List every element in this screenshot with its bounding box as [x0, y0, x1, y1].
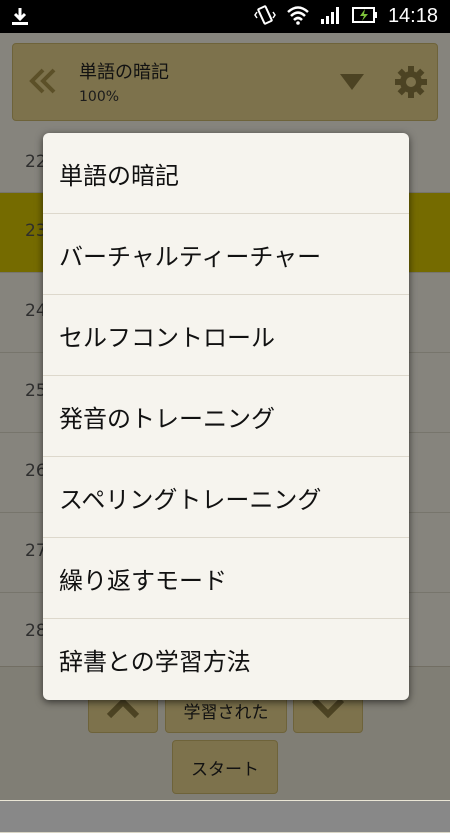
mode-menu: 単語の暗記 バーチャルティーチャー セルフコントロール 発音のトレーニング スペ… — [43, 133, 409, 700]
battery-charging-icon — [351, 5, 378, 29]
status-bar: 14:18 — [0, 0, 450, 33]
menu-item-self-control[interactable]: セルフコントロール — [43, 295, 409, 376]
menu-item-dictionary-learning[interactable]: 辞書との学習方法 — [43, 619, 409, 700]
menu-item-word-memorization[interactable]: 単語の暗記 — [43, 133, 409, 214]
wifi-icon — [286, 5, 310, 29]
menu-item-repeat-mode[interactable]: 繰り返すモード — [43, 538, 409, 619]
menu-item-spelling-training[interactable]: スペリングトレーニング — [43, 457, 409, 538]
download-icon — [10, 6, 30, 30]
menu-item-pronunciation-training[interactable]: 発音のトレーニング — [43, 376, 409, 457]
vibrate-icon — [254, 4, 276, 30]
status-time: 14:18 — [387, 5, 438, 27]
menu-item-virtual-teacher[interactable]: バーチャルティーチャー — [43, 214, 409, 295]
signal-icon — [320, 5, 342, 29]
